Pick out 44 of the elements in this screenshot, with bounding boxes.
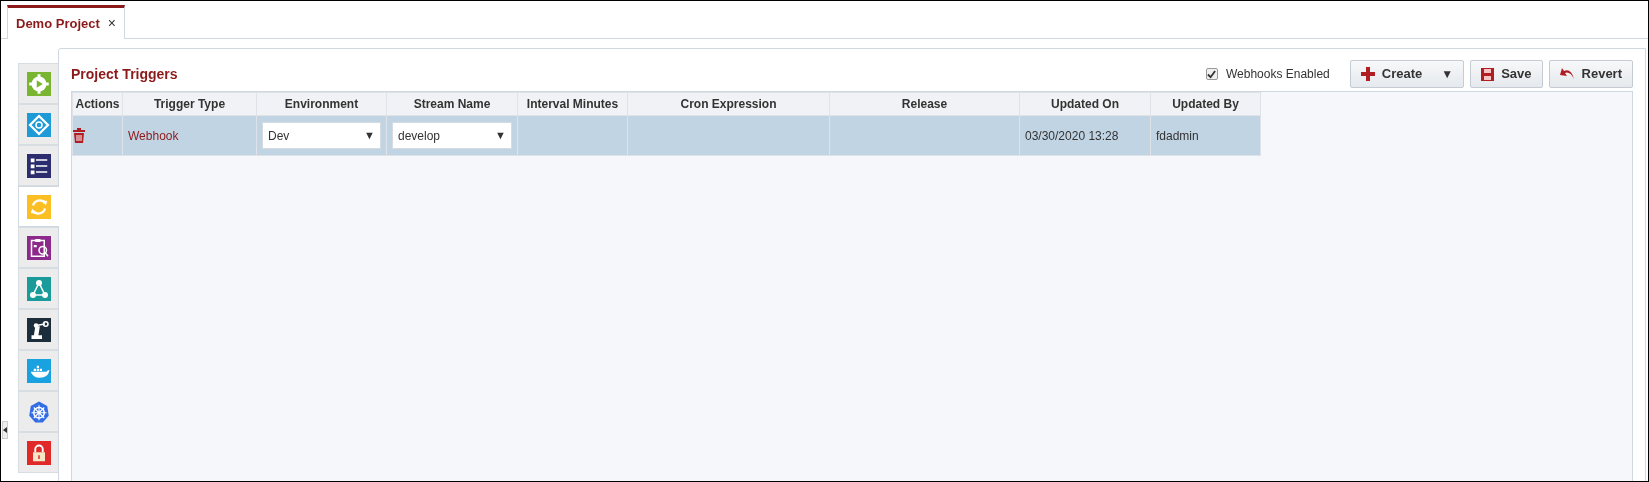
table-cell: 03/30/2020 13:28 bbox=[1019, 115, 1151, 156]
collapse-arrow-icon bbox=[3, 427, 7, 433]
table-cell: Webhook bbox=[122, 115, 257, 156]
column-header[interactable]: Cron Expression bbox=[627, 92, 830, 116]
column-header[interactable]: Updated On bbox=[1019, 92, 1151, 116]
sidebar-item[interactable] bbox=[18, 145, 58, 186]
caret-icon: ▼ bbox=[1441, 65, 1454, 83]
padlock-icon bbox=[26, 440, 51, 465]
helm-wheel-icon bbox=[26, 399, 51, 424]
column-header[interactable]: Release bbox=[829, 92, 1020, 116]
sync-icon bbox=[27, 194, 51, 219]
column-header[interactable]: Updated By bbox=[1150, 92, 1261, 116]
dropdown-arrow-icon: ▼ bbox=[495, 127, 506, 144]
table-cell: fdadmin bbox=[1150, 115, 1261, 156]
checkbox-label: Webhooks Enabled bbox=[1225, 66, 1330, 83]
gear-play-icon bbox=[26, 71, 51, 96]
save-button[interactable]: Save bbox=[1470, 60, 1543, 88]
diamond-icon bbox=[26, 112, 51, 137]
panel-title: Project Triggers bbox=[71, 64, 178, 84]
column-header[interactable]: Stream Name bbox=[386, 92, 518, 116]
network-nodes-icon bbox=[26, 276, 51, 301]
whale-icon bbox=[26, 358, 51, 383]
revert-button[interactable]: Revert bbox=[1548, 60, 1633, 88]
collapse-handle[interactable] bbox=[2, 421, 8, 439]
clipboard-search-icon bbox=[26, 235, 51, 260]
trash-icon[interactable] bbox=[73, 128, 85, 143]
create-button[interactable]: Create ▼ bbox=[1349, 60, 1465, 88]
webhooks-checkbox[interactable] bbox=[1205, 68, 1218, 80]
checkmark-icon bbox=[1207, 69, 1217, 79]
column-header[interactable]: Environment bbox=[256, 92, 387, 116]
close-tab-icon[interactable]: × bbox=[107, 13, 116, 34]
environment-select[interactable]: Dev ▼ bbox=[262, 122, 381, 149]
column-header[interactable]: Interval Minutes bbox=[517, 92, 628, 116]
project-tab[interactable]: Demo Project × bbox=[7, 5, 125, 39]
checklist-icon bbox=[26, 153, 51, 178]
sidebar-item[interactable] bbox=[18, 227, 58, 268]
stream-select[interactable]: develop ▼ bbox=[392, 122, 512, 149]
robot-arm-icon bbox=[26, 317, 51, 342]
sidebar-item[interactable] bbox=[18, 309, 58, 350]
dropdown-arrow-icon: ▼ bbox=[364, 127, 375, 144]
column-header[interactable]: Trigger Type bbox=[122, 92, 257, 116]
table-row[interactable]: Webhook Dev ▼ develop ▼ 03/30/2020 13:28 fdadmin bbox=[72, 115, 1261, 156]
column-header[interactable]: Actions bbox=[72, 92, 123, 116]
plus-icon bbox=[1360, 67, 1375, 81]
